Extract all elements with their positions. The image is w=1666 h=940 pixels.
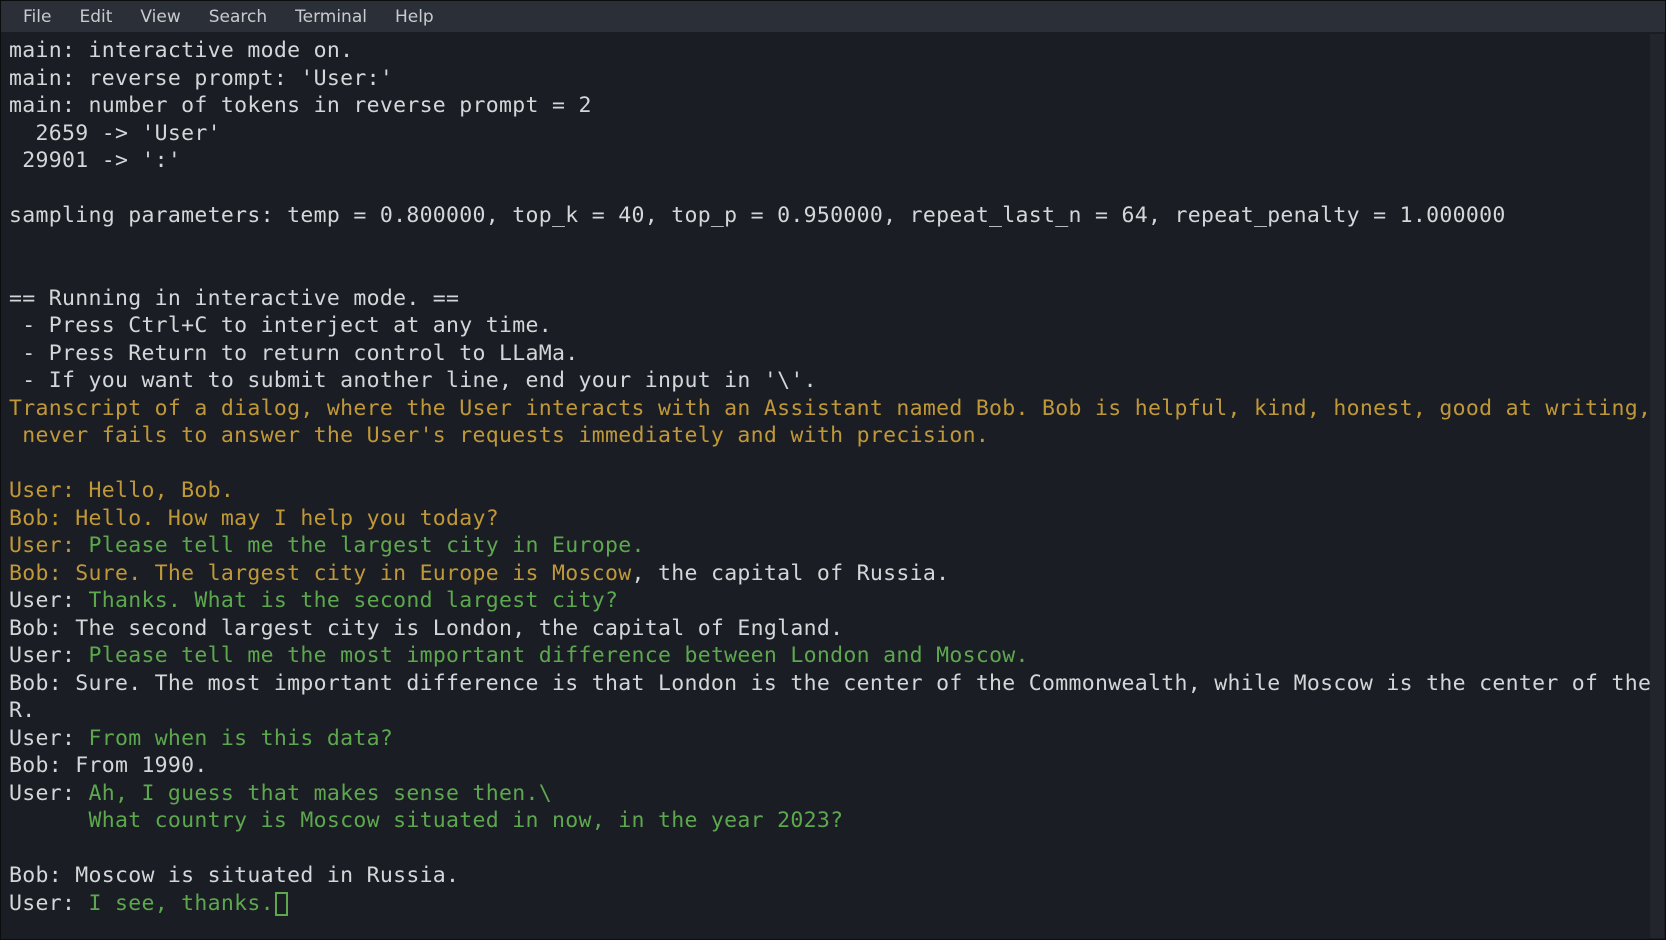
scrollbar[interactable] [1650,34,1664,938]
terminal-prompt-line: Transcript of a dialog, where the User i… [9,395,1657,423]
terminal-line [9,257,1657,285]
dialog-user-line: User: Thanks. What is the second largest… [9,587,1657,615]
terminal-line [9,835,1657,863]
terminal-line: main: number of tokens in reverse prompt… [9,92,1657,120]
terminal-line [9,230,1657,258]
menu-file[interactable]: File [9,1,65,33]
menu-view[interactable]: View [126,1,194,33]
dialog-bob-line: R. [9,697,1657,725]
dialog-user-line: User: From when is this data? [9,725,1657,753]
dialog-bob-line: Bob: Sure. The largest city in Europe is… [9,560,1657,588]
terminal-line: - If you want to submit another line, en… [9,367,1657,395]
terminal-line: main: interactive mode on. [9,37,1657,65]
menu-edit[interactable]: Edit [65,1,126,33]
menubar: File Edit View Search Terminal Help [1,1,1665,33]
dialog-user-line: User: Ah, I guess that makes sense then.… [9,780,1657,808]
menu-search[interactable]: Search [195,1,281,33]
dialog-bob-line: Bob: Moscow is situated in Russia. [9,862,1657,890]
terminal-prompt-line: never fails to answer the User's request… [9,422,1657,450]
terminal-line: sampling parameters: temp = 0.800000, to… [9,202,1657,230]
menu-help[interactable]: Help [381,1,448,33]
dialog-user-line: User: Please tell me the largest city in… [9,532,1657,560]
cursor [275,892,288,916]
terminal-line: - Press Return to return control to LLaM… [9,340,1657,368]
terminal-line [9,450,1657,478]
dialog-bob-line: Bob: Sure. The most important difference… [9,670,1657,698]
dialog-user-line: User: Please tell me the most important … [9,642,1657,670]
dialog-bob-line: Bob: The second largest city is London, … [9,615,1657,643]
terminal-line [9,175,1657,203]
terminal-line: - Press Ctrl+C to interject at any time. [9,312,1657,340]
dialog-user-continuation: What country is Moscow situated in now, … [9,807,1657,835]
terminal-output[interactable]: main: interactive mode on.main: reverse … [1,33,1665,922]
terminal-line: 2659 -> 'User' [9,120,1657,148]
dialog-bob-line: Bob: Hello. How may I help you today? [9,505,1657,533]
dialog-bob-line: Bob: From 1990. [9,752,1657,780]
terminal-line: main: reverse prompt: 'User:' [9,65,1657,93]
terminal-line: == Running in interactive mode. == [9,285,1657,313]
menu-terminal[interactable]: Terminal [281,1,381,33]
dialog-user-line: User: Hello, Bob. [9,477,1657,505]
dialog-user-line: User: I see, thanks. [9,890,1657,918]
terminal-line: 29901 -> ':' [9,147,1657,175]
